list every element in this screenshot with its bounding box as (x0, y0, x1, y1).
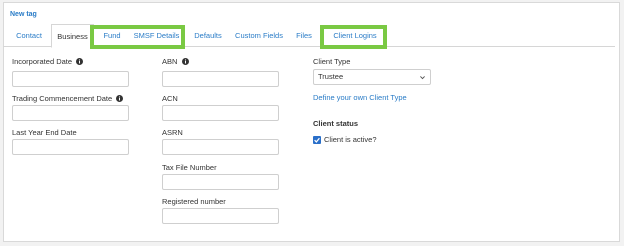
incorporated-date-field[interactable] (12, 71, 129, 87)
abn-field[interactable] (162, 71, 279, 87)
chevron-down-icon (420, 76, 425, 80)
tab-contact[interactable]: Contact (7, 24, 51, 47)
client-status-title: Client status (313, 119, 359, 128)
highlight-fund-smsf (90, 25, 185, 49)
abn-label: ABN (162, 57, 178, 66)
registered-number-label: Registered number (162, 197, 226, 206)
client-active-checkbox[interactable] (313, 136, 321, 144)
tab-business[interactable]: Business (51, 24, 94, 48)
tab-files[interactable]: Files (293, 24, 315, 47)
trading-commencement-date-field[interactable] (12, 105, 129, 121)
last-year-end-date-field[interactable] (12, 139, 129, 155)
tab-defaults[interactable]: Defaults (188, 24, 228, 47)
client-type-value: Trustee (318, 72, 344, 81)
trading-commencement-date-label: Trading Commencement Date (12, 94, 113, 103)
tax-file-number-field[interactable] (162, 174, 279, 190)
client-active-label: Client is active? (324, 135, 377, 144)
new-tag-link[interactable]: New tag (10, 11, 37, 18)
abn-row: ABN (162, 57, 189, 66)
last-year-end-date-label: Last Year End Date (12, 128, 77, 137)
client-type-select[interactable]: Trustee (313, 69, 431, 85)
info-icon (116, 95, 124, 102)
tax-file-number-label: Tax File Number (162, 163, 217, 172)
incorporated-date-label: Incorporated Date (12, 57, 73, 66)
define-client-type-link[interactable]: Define your own Client Type (313, 93, 407, 102)
acn-label: ACN (162, 94, 178, 103)
incorporated-date-row: Incorporated Date (12, 57, 84, 66)
registered-number-field[interactable] (162, 208, 279, 224)
checkmark-icon (314, 137, 320, 143)
asrn-field[interactable] (162, 139, 279, 155)
asrn-label: ASRN (162, 128, 183, 137)
tab-custom-fields[interactable]: Custom Fields (232, 24, 286, 47)
client-type-label: Client Type (313, 57, 351, 66)
trading-commencement-date-row: Trading Commencement Date (12, 94, 124, 103)
highlight-client-logins (320, 25, 387, 49)
info-icon (181, 58, 189, 65)
acn-field[interactable] (162, 105, 279, 121)
info-icon (76, 58, 84, 65)
